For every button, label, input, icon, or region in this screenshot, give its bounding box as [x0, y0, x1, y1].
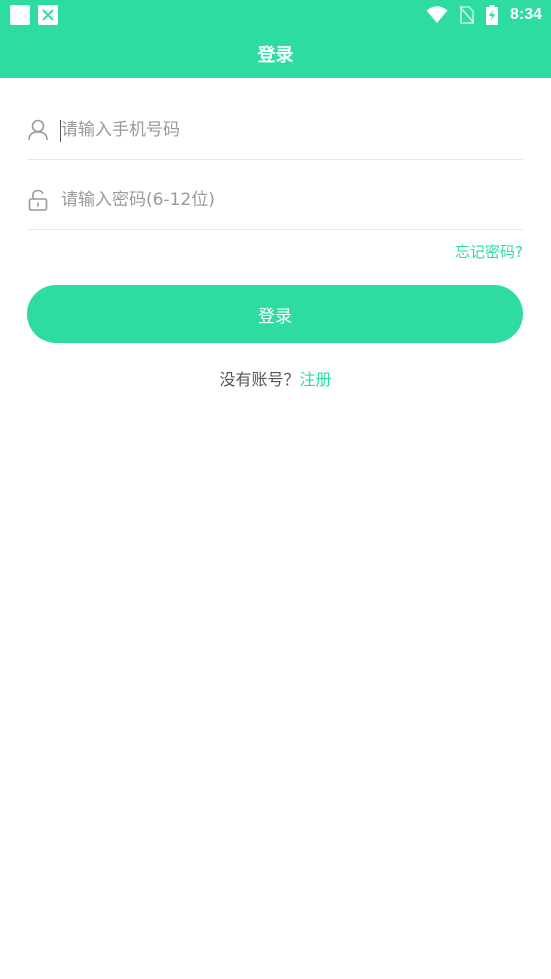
- register-link[interactable]: 注册: [300, 366, 332, 390]
- app-bar: 登录: [0, 30, 551, 78]
- phone-field: [27, 100, 523, 160]
- no-sim-icon: [459, 6, 474, 24]
- password-input[interactable]: [61, 179, 501, 220]
- register-prompt: 没有账号？: [219, 370, 300, 389]
- notification-icon-2: [38, 5, 58, 25]
- status-bar: 8:34: [0, 0, 551, 30]
- page-title: 登录: [257, 45, 294, 66]
- notification-icon: [10, 5, 30, 25]
- user-icon: [27, 118, 49, 142]
- password-field: [27, 170, 523, 230]
- wifi-icon: [426, 6, 448, 23]
- text-cursor: [60, 120, 61, 142]
- battery-charging-icon: [485, 5, 498, 25]
- forgot-password-link[interactable]: 忘记密码?: [455, 241, 523, 262]
- login-button[interactable]: 登录: [27, 285, 523, 343]
- phone-input[interactable]: [61, 109, 501, 150]
- register-row: 没有账号？ 注册: [0, 366, 551, 390]
- login-screen: 8:34 登录 忘记密码? 登录 没有账号？ 注册: [0, 0, 551, 979]
- status-time: 8:34: [509, 6, 542, 23]
- lock-icon: [27, 188, 49, 212]
